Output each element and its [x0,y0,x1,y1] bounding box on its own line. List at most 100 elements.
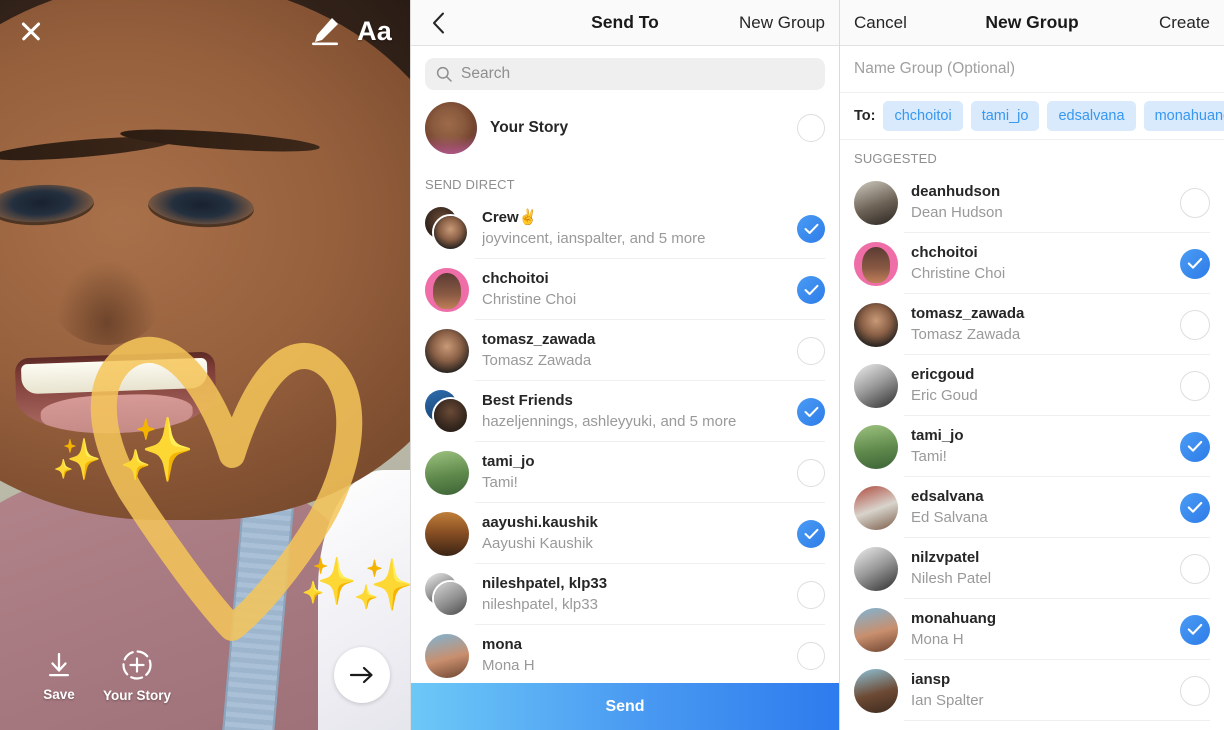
list-item[interactable]: iansp Ian Spalter [840,660,1224,721]
row-username: Best Friends [482,392,573,410]
text-tool-icon[interactable]: Aa [357,16,392,47]
list-item[interactable]: nileshpatel, klp33 nileshpatel, klp33 [411,564,839,625]
select-toggle[interactable] [797,641,825,670]
select-toggle[interactable] [797,336,825,365]
avatar [854,241,898,286]
check-icon [804,528,818,539]
pen-icon[interactable] [307,15,341,47]
select-toggle[interactable] [1180,492,1210,523]
avatar [854,180,898,225]
row-fullname: Nilesh Patel [911,569,992,587]
list-item[interactable]: tami_jo Tami! [411,442,839,503]
list-item[interactable]: chchoitoi Christine Choi [411,259,839,320]
recipient-chip[interactable]: monahuang [1143,101,1224,131]
list-item[interactable]: deanhudson Dean Hudson [840,172,1224,233]
list-item[interactable]: ericgoud Eric Goud [840,355,1224,416]
avatar [854,363,898,408]
row-username: nilzvpatel [911,549,980,567]
your-story-row[interactable]: Your Story [411,90,839,166]
select-toggle[interactable] [797,519,825,548]
your-story-button[interactable]: Your Story [98,649,176,703]
row-fullname: Eric Goud [911,386,978,404]
row-username: chchoitoi [482,270,549,288]
select-toggle[interactable] [797,458,825,487]
send-to-navbar: Send To New Group [411,0,839,46]
group-name-placeholder: Name Group (Optional) [854,60,1016,77]
list-item[interactable]: tami_jo Tami! [840,416,1224,477]
check-icon [1187,501,1203,513]
composer-bottom-bar: Save Your Story [0,634,410,730]
next-button[interactable] [334,647,390,703]
row-subtitle: Mona H [482,656,535,674]
search-icon [436,66,452,82]
avatar [854,668,898,713]
select-toggle[interactable] [797,275,825,304]
back-button[interactable] [425,10,451,36]
story-composer[interactable]: ✨ ✨ ✨ ✨ Aa Save Your Story [0,0,410,730]
avatar [854,546,898,591]
list-item[interactable]: chchoitoi Christine Choi [840,233,1224,294]
list-item[interactable]: nilzvpatel Nilesh Patel [840,538,1224,599]
recipient-chip[interactable]: chchoitoi [883,101,963,131]
send-button[interactable]: Send [411,683,839,730]
list-item[interactable]: edsalvana Ed Salvana [840,477,1224,538]
sparkle-sticker: ✨ [300,555,358,607]
row-fullname: Ed Salvana [911,508,988,526]
suggested-list: deanhudson Dean Hudson chchoitoi Christi… [840,172,1224,721]
list-item[interactable]: mona Mona H [411,625,839,686]
select-toggle[interactable] [1180,614,1210,645]
select-toggle[interactable] [797,580,825,609]
check-icon [804,223,818,234]
new-group-panel: Cancel New Group Create Name Group (Opti… [840,0,1224,730]
row-fullname: Christine Choi [911,264,1006,282]
row-username: ericgoud [911,366,975,384]
row-username: Crew✌️ [482,209,538,227]
list-item[interactable]: tomasz_zawada Tomasz Zawada [411,320,839,381]
select-toggle[interactable] [1180,187,1210,218]
select-toggle[interactable] [797,397,825,426]
save-button[interactable]: Save [20,650,98,702]
row-fullname: Dean Hudson [911,203,1003,221]
row-username: iansp [911,671,951,689]
select-toggle[interactable] [1180,248,1210,279]
list-item[interactable]: monahuang Mona H [840,599,1224,660]
select-toggle[interactable] [1180,675,1210,706]
create-button[interactable]: Create [1159,13,1210,33]
check-icon [1187,440,1203,452]
to-label: To: [854,108,876,124]
group-name-input[interactable]: Name Group (Optional) [840,46,1224,93]
select-toggle[interactable] [1180,370,1210,401]
list-item[interactable]: Best Friends hazeljennings, ashleyyuki, … [411,381,839,442]
row-subtitle: joyvincent, ianspalter, and 5 more [482,229,706,247]
search-input[interactable]: Search [425,58,825,90]
instagram-share-screen: ✨ ✨ ✨ ✨ Aa Save Your Story Send To New G… [0,0,1224,730]
avatar [425,102,477,154]
list-item[interactable]: tomasz_zawada Tomasz Zawada [840,294,1224,355]
recipient-chip[interactable]: tami_jo [970,101,1040,131]
recipients-row[interactable]: To: chchoitoi tami_jo edsalvana monahuan… [840,93,1224,140]
send-to-panel: Send To New Group Search Your Story SEND… [410,0,840,730]
list-item[interactable]: aayushi.kaushik Aayushi Kaushik [411,503,839,564]
row-fullname: Tami! [911,447,947,465]
group-avatar [425,572,469,617]
recipient-chip[interactable]: edsalvana [1047,101,1136,131]
row-username: tami_jo [482,453,535,471]
select-toggle[interactable] [1180,553,1210,584]
select-toggle[interactable] [1180,431,1210,462]
row-username: mona [482,636,523,654]
cancel-button[interactable]: Cancel [854,13,907,33]
row-fullname: Mona H [911,630,964,648]
select-toggle[interactable] [797,114,825,142]
row-fullname: Tomasz Zawada [911,325,1021,343]
download-icon [49,652,69,677]
list-item[interactable]: Crew✌️ joyvincent, ianspalter, and 5 mor… [411,198,839,259]
avatar [425,511,469,556]
avatar [854,607,898,652]
select-toggle[interactable] [1180,309,1210,340]
select-toggle[interactable] [797,214,825,243]
close-icon[interactable] [18,18,44,44]
row-username: tami_jo [911,427,964,445]
heart-doodle-icon [90,336,363,641]
sparkle-sticker: ✨ [52,438,102,482]
new-group-button[interactable]: New Group [739,13,825,33]
